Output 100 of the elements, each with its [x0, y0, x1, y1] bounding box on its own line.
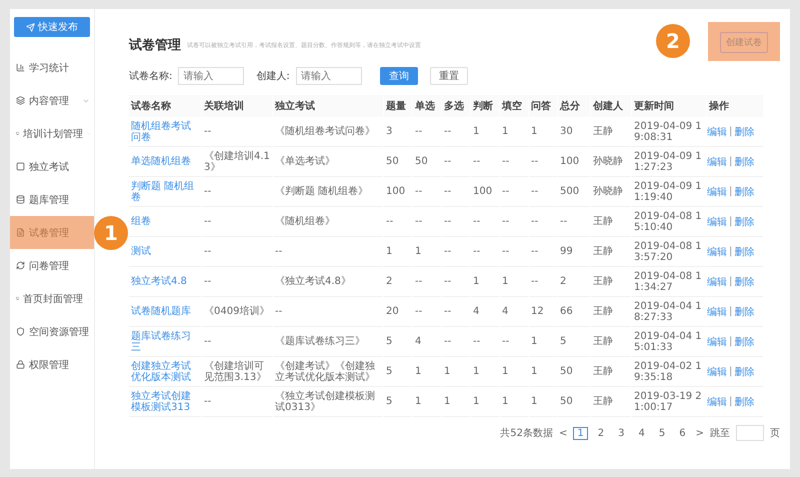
page-suffix: 页	[770, 427, 780, 440]
sidebar-item[interactable]: 独立考试	[10, 150, 94, 183]
table-cell: 1	[473, 126, 480, 137]
delete-link[interactable]: 删除	[734, 184, 754, 198]
delete-link[interactable]: 删除	[734, 244, 754, 258]
edit-link[interactable]: 编辑	[707, 154, 727, 168]
delete-link[interactable]: 删除	[734, 364, 754, 378]
table-cell: 2	[386, 276, 392, 287]
table-cell: --	[386, 216, 394, 227]
table-cell: 50	[560, 396, 573, 407]
edit-link[interactable]: 编辑	[707, 124, 727, 138]
paper-link[interactable]: 试卷随机题库	[131, 306, 191, 317]
page-number[interactable]: 4	[634, 426, 649, 440]
table-cell: 30	[560, 126, 573, 137]
edit-link[interactable]: 编辑	[707, 244, 727, 258]
paper-link[interactable]: 测试	[131, 246, 151, 257]
separator: |	[729, 276, 732, 287]
table-cell-text: 2019-04-04 18:27:33	[634, 300, 703, 322]
separator: |	[729, 186, 732, 197]
sidebar-item[interactable]: 首页封面管理	[10, 282, 94, 315]
column-header: 关联培训	[202, 95, 272, 117]
search-field[interactable]: 请输入	[296, 67, 362, 85]
sidebar-item[interactable]: 题库管理	[10, 183, 94, 216]
table-cell: 1	[415, 366, 422, 377]
delete-link[interactable]: 删除	[734, 304, 754, 318]
annotation-badge: 2	[656, 24, 690, 58]
sidebar-item[interactable]: 权限管理	[10, 348, 94, 381]
table-cell: 孙晓静	[593, 156, 623, 167]
column-header: 问答	[529, 95, 557, 117]
table-cell-text: 2019-04-02 19:35:18	[634, 360, 703, 382]
column-header: 创建人	[591, 95, 631, 117]
jump-label: 跳至	[710, 426, 730, 440]
page-title: 试卷管理	[129, 37, 181, 54]
paper-link[interactable]: 题库试卷练习三	[131, 330, 199, 352]
table-cell: --	[531, 276, 538, 287]
menu-icon	[16, 261, 25, 270]
delete-link[interactable]: 删除	[734, 334, 754, 348]
table-cell: --	[444, 126, 452, 137]
column-header: 总分	[558, 95, 590, 117]
table-cell: 1	[502, 276, 508, 287]
search-field[interactable]: 请输入	[178, 67, 244, 85]
table-cell: --	[444, 246, 452, 257]
create-button[interactable]: 创建试卷	[720, 32, 768, 52]
sidebar-item[interactable]: 培训计划管理	[10, 117, 94, 150]
edit-link[interactable]: 编辑	[707, 394, 727, 408]
table-cell: --	[415, 186, 422, 197]
page-number[interactable]: 1	[573, 426, 588, 440]
delete-link[interactable]: 删除	[734, 124, 754, 138]
table-cell: 1	[531, 396, 538, 407]
delete-link[interactable]: 删除	[734, 214, 754, 228]
sidebar-item[interactable]: 问卷管理	[10, 249, 94, 282]
table-cell: 王静	[593, 366, 613, 377]
edit-link[interactable]: 编辑	[707, 184, 727, 198]
page-number[interactable]: 2	[594, 426, 608, 440]
paper-link[interactable]: 独立考试创建模板测试313	[131, 390, 199, 412]
separator: |	[729, 306, 732, 317]
page-number[interactable]: 3	[614, 426, 628, 440]
sidebar-item[interactable]: 空间资源管理	[10, 315, 94, 348]
edit-link[interactable]: 编辑	[707, 214, 727, 228]
delete-link[interactable]: 删除	[734, 274, 754, 288]
reset-button[interactable]: 重置	[430, 67, 468, 85]
sidebar-item[interactable]: 试卷管理	[10, 216, 94, 249]
edit-link[interactable]: 编辑	[707, 304, 727, 318]
table-cell-text: 2019-04-09 11:27:23	[634, 150, 703, 172]
delete-link[interactable]: 删除	[734, 154, 754, 168]
delete-link[interactable]: 删除	[734, 394, 754, 408]
paper-link[interactable]: 判断题 随机组卷	[131, 180, 199, 202]
page-number[interactable]: 5	[654, 426, 670, 440]
publish-button[interactable]: 快速发布	[14, 17, 90, 37]
table-cell: --	[502, 216, 510, 227]
sidebar-item[interactable]: 学习统计	[10, 51, 94, 84]
table-cell: --	[473, 216, 480, 227]
annotation-badge: 1	[94, 216, 128, 250]
page-number[interactable]: 6	[675, 426, 690, 440]
table-cell: 1	[502, 126, 508, 137]
page-input[interactable]	[736, 425, 764, 441]
table-cell: 4	[502, 306, 508, 317]
table-cell: 50	[386, 156, 399, 167]
search-button[interactable]: 查询	[380, 67, 418, 85]
paper-link[interactable]: 创建独立考试优化版本测试	[131, 360, 199, 382]
paper-link[interactable]: 单选随机组卷	[131, 156, 191, 167]
table-cell: 1	[473, 366, 480, 377]
paper-link[interactable]: 组卷	[131, 216, 151, 227]
table-cell-text: 2019-04-08 13:57:20	[634, 240, 703, 262]
table-cell-text: 2019-04-08 11:34:27	[634, 270, 703, 292]
table-cell: 1	[502, 396, 508, 407]
menu-icon	[16, 96, 25, 105]
prev-page[interactable]: <	[558, 428, 568, 438]
edit-link[interactable]: 编辑	[707, 274, 727, 288]
paper-link[interactable]: 随机组卷考试问卷	[131, 120, 199, 142]
edit-link[interactable]: 编辑	[707, 364, 727, 378]
table-cell: 1	[473, 276, 480, 287]
table-cell: 20	[386, 306, 399, 317]
table-cell: --	[415, 276, 422, 287]
table-cell: --	[502, 156, 510, 167]
edit-link[interactable]: 编辑	[707, 334, 727, 348]
sidebar-item[interactable]: 内容管理	[10, 84, 94, 117]
next-page[interactable]: >	[696, 428, 704, 438]
paper-link[interactable]: 独立考试4.8	[131, 276, 187, 287]
column-header: 更新时间	[632, 95, 706, 117]
